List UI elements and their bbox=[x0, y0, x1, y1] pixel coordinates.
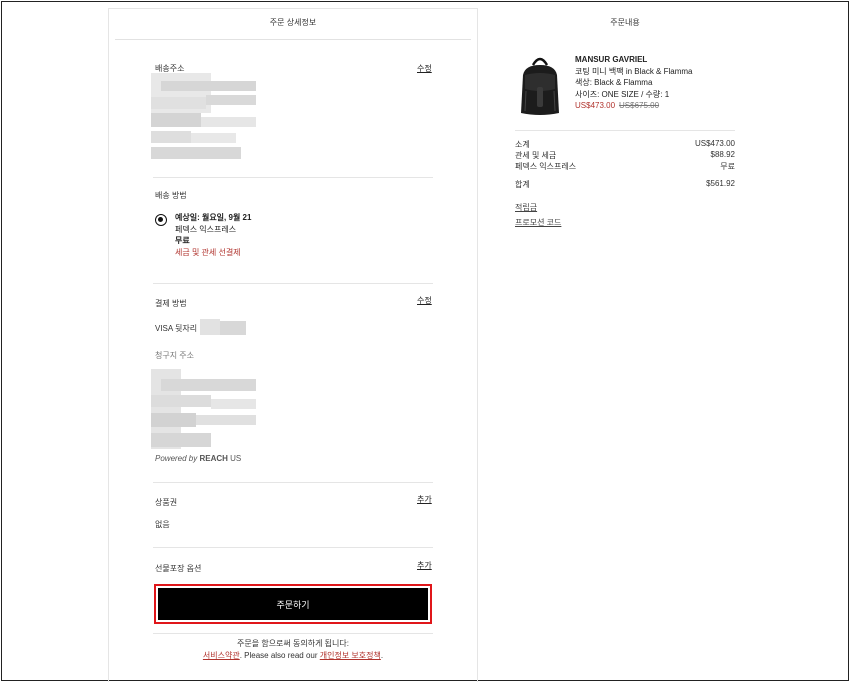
shipping-label: 페덱스 익스프레스 bbox=[515, 162, 577, 171]
agreement-text: 주문을 함으로써 동의하게 됩니다: bbox=[237, 639, 349, 648]
place-order-button[interactable]: 주문하기 bbox=[154, 584, 432, 624]
shipping-carrier: 페덱스 익스프레스 bbox=[175, 224, 237, 234]
original-price: US$675.00 bbox=[619, 101, 660, 110]
edit-payment-link[interactable]: 수정 bbox=[417, 295, 432, 306]
total-row: 합계 $561.92 bbox=[515, 179, 735, 190]
payment-method-heading: 결제 방법 bbox=[155, 299, 187, 308]
billing-address-label: 청구지 주소 bbox=[155, 351, 195, 360]
order-details-panel: 주문 상세정보 배송주소 수정 배송 방법 예상일: 월요일, 9월 21 페덱… bbox=[108, 8, 478, 682]
divider bbox=[153, 633, 433, 634]
edit-address-link[interactable]: 수정 bbox=[417, 63, 432, 74]
place-order-label: 주문하기 bbox=[158, 588, 428, 620]
duties-row: 관세 및 세금 $88.92 bbox=[515, 150, 735, 161]
subtotal-row: 소계 US$473.00 bbox=[515, 139, 735, 150]
duties-label: 관세 및 세금 bbox=[515, 151, 557, 160]
total-value: $561.92 bbox=[706, 179, 735, 188]
agreement-end: . bbox=[380, 651, 384, 660]
divider bbox=[515, 130, 735, 131]
product-brand: MANSUR GAVRIEL bbox=[575, 55, 648, 64]
product-size-qty: 사이즈: ONE SIZE / 수량: 1 bbox=[575, 89, 670, 99]
panel-title: 주문 상세정보 bbox=[269, 18, 317, 27]
subtotal-value: US$473.00 bbox=[694, 139, 735, 148]
gift-card-value: 없음 bbox=[155, 520, 170, 529]
radio-button-selected[interactable] bbox=[155, 214, 167, 226]
powered-by-reach: Powered by REACH US bbox=[155, 454, 241, 463]
divider bbox=[153, 547, 433, 548]
divider bbox=[153, 482, 433, 483]
subtotal-label: 소계 bbox=[515, 140, 530, 149]
reach-logo: REACH bbox=[199, 454, 228, 463]
sale-price: US$473.00 bbox=[575, 101, 616, 110]
product-color: 색상: Black & Flamma bbox=[575, 78, 653, 87]
gift-wrap-heading: 선물포장 옵션 bbox=[155, 564, 202, 573]
total-label: 합계 bbox=[515, 180, 530, 189]
shipping-method-heading: 배송 방법 bbox=[155, 191, 187, 200]
agreement-links: 서비스약관. Please also read our 개인정보 보호정책. bbox=[109, 650, 477, 661]
promo-code-link[interactable]: 프로모션 코드 bbox=[515, 217, 561, 228]
store-credit-link[interactable]: 적립금 bbox=[515, 202, 537, 213]
order-summary-title: 주문내용 bbox=[610, 18, 640, 27]
backpack-product-image[interactable] bbox=[515, 53, 565, 118]
shipping-price: 무료 bbox=[175, 236, 190, 245]
divider bbox=[153, 283, 433, 284]
add-gift-wrap-link[interactable]: 추가 bbox=[417, 560, 432, 571]
shipping-row: 페덱스 익스프레스 무료 bbox=[515, 161, 735, 172]
gift-card-heading: 상품권 bbox=[155, 498, 178, 507]
product-name[interactable]: 코팅 미니 백팩 in Black & Flamma bbox=[575, 66, 745, 78]
product-info: MANSUR GAVRIEL 코팅 미니 백팩 in Black & Flamm… bbox=[575, 54, 745, 112]
divider bbox=[153, 177, 433, 178]
duty-prepaid-note: 세금 및 관세 선결제 bbox=[175, 247, 241, 257]
add-gift-card-link[interactable]: 추가 bbox=[417, 494, 432, 505]
divider bbox=[115, 39, 471, 40]
terms-link[interactable]: 서비스약관 bbox=[203, 651, 240, 660]
privacy-policy-link[interactable]: 개인정보 보호정책 bbox=[320, 651, 381, 660]
product-price-row: US$473.00 US$675.00 bbox=[575, 100, 745, 112]
card-info: VISA 뒷자리 bbox=[155, 323, 197, 334]
duties-value: $88.92 bbox=[710, 150, 735, 159]
shipping-value: 무료 bbox=[720, 162, 735, 171]
powered-by-text: Powered by bbox=[155, 454, 200, 463]
powered-by-suffix: US bbox=[227, 454, 242, 463]
shipping-eta: 예상일: 월요일, 9월 21 bbox=[175, 213, 252, 222]
agreement-mid-text: . Please also read our bbox=[239, 651, 320, 660]
card-prefix: VISA 뒷자리 bbox=[155, 324, 198, 333]
